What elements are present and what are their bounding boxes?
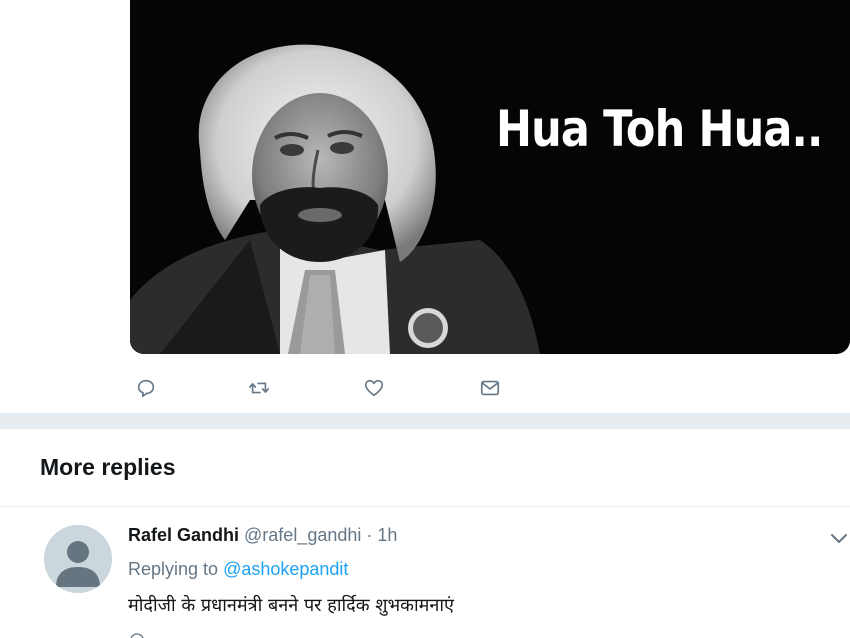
reply-tweet[interactable]: Rafel Gandhi @rafel_gandhi · 1h Replying…	[0, 507, 850, 638]
media-caption: Hua Toh Hua..	[496, 100, 823, 158]
direct-message-button[interactable]	[474, 372, 506, 404]
heart-icon	[364, 379, 384, 397]
replying-to-line: Replying to @ashokepandit	[128, 559, 348, 580]
tweet-actions	[130, 372, 530, 404]
envelope-icon	[480, 380, 500, 396]
default-avatar-icon	[44, 525, 112, 593]
more-replies-heading: More replies	[40, 454, 176, 480]
reply-author-handle[interactable]: @rafel_gandhi	[244, 525, 361, 545]
reply-separator-dot: ·	[366, 525, 373, 545]
reply-icon	[137, 379, 155, 398]
avatar[interactable]	[44, 525, 112, 593]
reply-author-name[interactable]: Rafel Gandhi	[128, 525, 239, 545]
reply-icon[interactable]	[128, 631, 146, 638]
retweet-button[interactable]	[243, 372, 275, 404]
chevron-down-icon	[831, 534, 847, 543]
reply-button[interactable]	[130, 372, 162, 404]
like-button[interactable]	[358, 372, 390, 404]
reply-header: Rafel Gandhi @rafel_gandhi · 1h	[128, 525, 397, 546]
retweet-icon	[249, 382, 269, 394]
replying-to-label: Replying to	[128, 559, 219, 579]
tweet-media-image[interactable]: Hua Toh Hua..	[130, 0, 850, 354]
more-options-button[interactable]	[828, 527, 850, 549]
person-photo	[130, 0, 850, 354]
section-separator	[0, 413, 850, 429]
replying-to-link[interactable]: @ashokepandit	[223, 559, 348, 579]
reply-timestamp[interactable]: 1h	[377, 525, 397, 545]
reply-text: मोदीजी के प्रधानमंत्री बनने पर हार्दिक श…	[128, 595, 455, 616]
